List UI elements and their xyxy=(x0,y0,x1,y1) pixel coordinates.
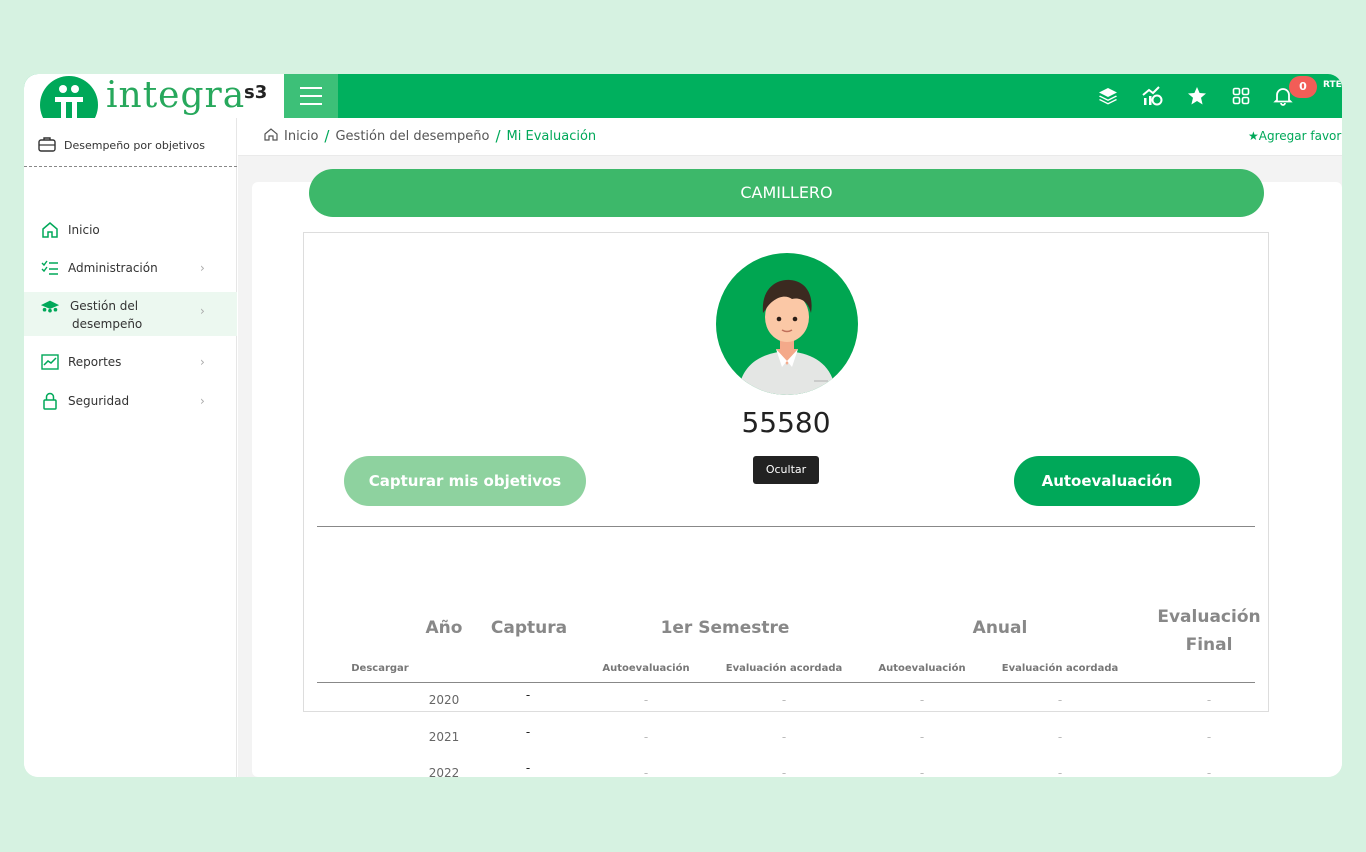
row-year: 2021 xyxy=(428,730,460,744)
self-evaluation-button[interactable]: Autoevaluación xyxy=(1014,456,1200,506)
sidebar-item-label: Reportes xyxy=(68,355,122,369)
row-final: - xyxy=(1206,693,1212,707)
table-top-rule xyxy=(317,526,1255,527)
logo-text: integra xyxy=(106,75,246,116)
growth-chart-icon[interactable] xyxy=(1140,84,1164,108)
header-semester-self: Autoevaluación xyxy=(602,663,690,674)
header-annual-agreed: Evaluación acordada xyxy=(1001,663,1119,674)
row-a-auto: - xyxy=(919,730,925,744)
header-annual-self: Autoevaluación xyxy=(878,663,966,674)
row-a-auto: - xyxy=(919,766,925,777)
home-icon xyxy=(40,221,60,239)
row-s-auto: - xyxy=(643,693,649,707)
table-row-clip: 2022 - - - - - - xyxy=(300,760,1280,777)
logo-suffix: s3 xyxy=(244,82,268,103)
sidebar-item-administracion[interactable]: Administración › xyxy=(24,254,237,282)
header-download: Descargar xyxy=(351,663,409,674)
row-s-auto: - xyxy=(643,766,649,777)
breadcrumb-section[interactable]: Gestión del desempeño xyxy=(335,129,489,144)
checklist-icon xyxy=(40,259,60,277)
chevron-right-icon: › xyxy=(200,394,205,408)
row-capture[interactable]: - xyxy=(508,688,548,702)
header-semester: 1er Semestre xyxy=(660,618,790,638)
star-icon[interactable] xyxy=(1185,84,1209,108)
home-icon xyxy=(264,127,278,145)
sidebar-item-label: Gestión del desempeño xyxy=(70,299,143,331)
breadcrumb-home[interactable]: Inicio xyxy=(284,129,318,144)
employee-id: 55580 xyxy=(741,406,831,439)
menu-toggle-button[interactable] xyxy=(284,74,338,118)
sidebar-divider xyxy=(24,166,237,167)
notification-badge: 0 xyxy=(1289,76,1317,98)
sidebar-item-seguridad[interactable]: Seguridad › xyxy=(24,387,237,415)
header-capture: Captura xyxy=(490,618,568,638)
row-year: 2022 xyxy=(428,766,460,777)
header-year: Año xyxy=(425,618,463,638)
chart-icon xyxy=(40,353,60,371)
breadcrumb-current: Mi Evaluación xyxy=(506,128,597,144)
row-a-agreed: - xyxy=(1057,693,1063,707)
sidebar-item-reportes[interactable]: Reportes › xyxy=(24,348,237,376)
layers-icon[interactable] xyxy=(1096,84,1120,108)
star-icon: ★ xyxy=(1248,129,1259,143)
row-a-auto: - xyxy=(919,693,925,707)
header-annual: Anual xyxy=(972,618,1028,638)
row-a-agreed: - xyxy=(1057,730,1063,744)
row-a-agreed: - xyxy=(1057,766,1063,777)
add-favorite-link[interactable]: ★Agregar favor xyxy=(1248,129,1341,143)
hide-button[interactable]: Ocultar xyxy=(753,456,819,484)
capture-objectives-button[interactable]: Capturar mis objetivos xyxy=(344,456,586,506)
row-s-auto: - xyxy=(643,730,649,744)
brand-logo[interactable]: integra s3 xyxy=(24,74,284,134)
breadcrumb-bar: Inicio / Gestión del desempeño / Mi Eval… xyxy=(238,118,1342,156)
chevron-right-icon: › xyxy=(200,355,205,369)
sidebar-item-label: Inicio xyxy=(68,223,100,237)
briefcase-icon xyxy=(38,136,56,155)
row-final: - xyxy=(1206,730,1212,744)
sidebar: Desempeño por objetivos Inicio Administr… xyxy=(24,118,237,777)
role-banner: CAMILLERO xyxy=(309,169,1264,217)
sidebar-item-inicio[interactable]: Inicio xyxy=(24,216,237,244)
chevron-right-icon: › xyxy=(200,261,205,275)
row-capture[interactable]: - xyxy=(508,725,548,739)
sidebar-item-gestion[interactable]: Gestión del desempeño › xyxy=(24,292,237,336)
row-s-agreed: - xyxy=(781,766,787,777)
add-favorite-label: Agregar favor xyxy=(1258,129,1342,143)
table-header-rule xyxy=(317,682,1255,683)
sidebar-item-label: Administración xyxy=(68,261,158,275)
lock-icon xyxy=(40,392,60,410)
top-bar: integra s3 0 RTE xyxy=(24,74,1342,134)
header-final: Evaluación Final xyxy=(1157,607,1261,655)
backdrop-bottom xyxy=(0,777,1366,852)
breadcrumb: Inicio / Gestión del desempeño / Mi Eval… xyxy=(264,127,596,145)
module-header: Desempeño por objetivos xyxy=(38,136,205,155)
user-initials[interactable]: RTE xyxy=(1323,80,1342,90)
row-year: 2020 xyxy=(428,693,460,707)
employee-avatar xyxy=(716,253,858,395)
row-s-agreed: - xyxy=(781,693,787,707)
row-final: - xyxy=(1206,766,1212,777)
module-title: Desempeño por objetivos xyxy=(64,139,206,152)
grid-icon[interactable] xyxy=(1229,84,1253,108)
sidebar-item-label: Seguridad xyxy=(68,394,130,408)
breadcrumb-separator: / xyxy=(324,127,330,145)
breadcrumb-separator: / xyxy=(495,127,501,145)
row-capture[interactable]: - xyxy=(508,761,548,775)
header-semester-agreed: Evaluación acordada xyxy=(725,663,843,674)
row-s-agreed: - xyxy=(781,730,787,744)
chevron-right-icon: › xyxy=(200,304,205,318)
